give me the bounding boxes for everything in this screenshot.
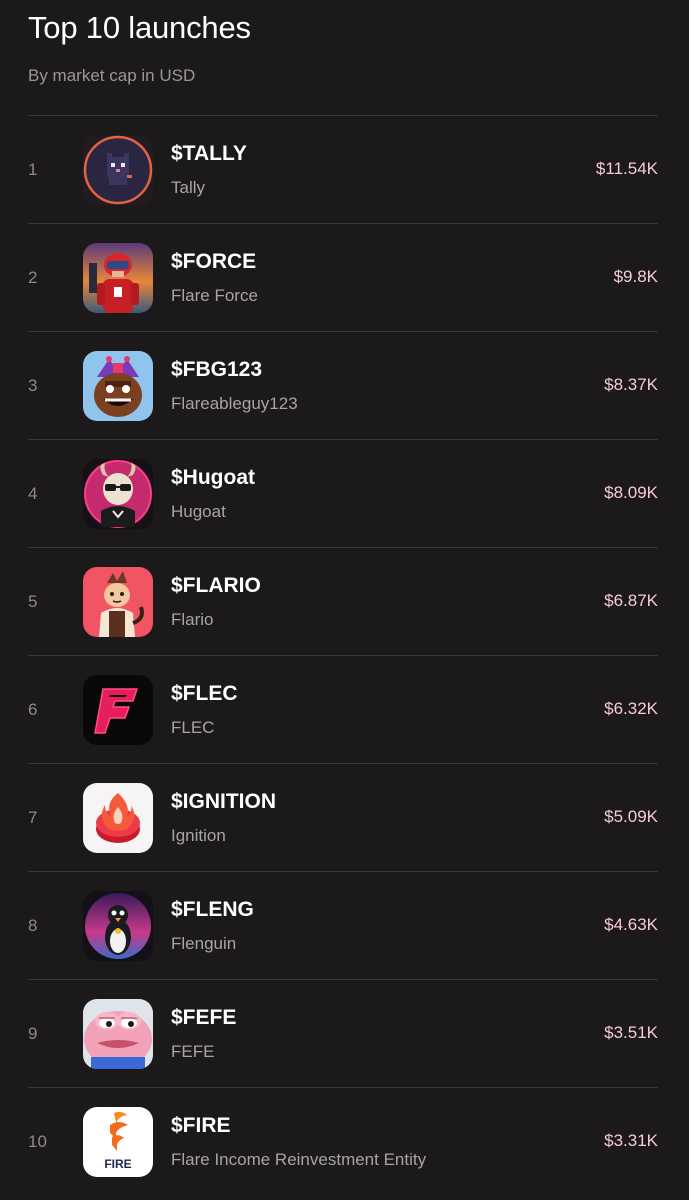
fire-logo-text: FIRE — [104, 1157, 131, 1171]
jester-creature-logo-icon — [83, 351, 153, 421]
rank-number: 4 — [28, 484, 38, 503]
market-cap-value: $6.32K — [604, 699, 658, 718]
token-name: Flareableguy123 — [171, 394, 298, 413]
rank-number: 6 — [28, 700, 38, 719]
token-name: Flario — [171, 610, 214, 629]
rank-number: 8 — [28, 916, 38, 935]
token-ticker: $IGNITION — [171, 790, 277, 813]
cartoon-character-logo-icon — [83, 567, 153, 637]
launch-row[interactable]: 10 FIRE $FIRE Flare Income Reinvestment … — [28, 1088, 658, 1195]
rank-number: 9 — [28, 1024, 38, 1043]
market-cap-value: $3.31K — [604, 1131, 658, 1150]
market-cap-value: $6.87K — [604, 591, 658, 610]
rank-number: 5 — [28, 592, 38, 611]
flare-force-soldier-logo-icon — [83, 243, 153, 313]
penguin-logo-icon — [83, 891, 153, 961]
launch-row[interactable]: 3 $FBG123 Flareableguy123 $8.37K — [28, 332, 658, 440]
market-cap-value: $11.54K — [595, 159, 658, 178]
launch-row[interactable]: 5 $FLARIO Flario $6.87K — [28, 548, 658, 656]
market-cap-value: $3.51K — [604, 1023, 658, 1042]
page-title: Top 10 launches — [28, 10, 251, 45]
rank-number: 1 — [28, 160, 38, 179]
launches-list: 1 $TALLY Tally $11.54K 2 $FORCE Flare Fo… — [28, 115, 658, 1195]
token-ticker: $Hugoat — [171, 466, 255, 489]
goat-with-glasses-logo-icon — [83, 459, 153, 529]
token-ticker: $FEFE — [171, 1006, 237, 1029]
token-name: Flenguin — [171, 934, 237, 953]
token-ticker: $FLEC — [171, 682, 238, 705]
market-cap-value: $9.8K — [613, 267, 658, 286]
token-name: Ignition — [171, 826, 226, 845]
tally-cat-logo-icon — [83, 135, 153, 205]
market-cap-value: $4.63K — [604, 915, 658, 934]
launch-row[interactable]: 9 $FEFE FEFE $3.51K — [28, 980, 658, 1088]
launch-row[interactable]: 4 $Hugoat Hugoat $8.09K — [28, 440, 658, 548]
rank-number: 2 — [28, 268, 38, 287]
market-cap-value: $8.37K — [604, 375, 658, 394]
neon-f-logo-icon — [83, 675, 153, 745]
fire-logo-icon: FIRE — [83, 1107, 153, 1177]
pink-frog-logo-icon — [83, 999, 153, 1069]
token-name: Flare Income Reinvestment Entity — [171, 1150, 427, 1169]
rank-number: 3 — [28, 376, 38, 395]
token-name: Hugoat — [171, 502, 226, 521]
page-subtitle: By market cap in USD — [28, 66, 196, 85]
launch-row[interactable]: 2 $FORCE Flare Force $9.8K — [28, 224, 658, 332]
token-ticker: $FORCE — [171, 250, 257, 273]
launch-row[interactable]: 7 $IGNITION Ignition $5.09K — [28, 764, 658, 872]
rank-number: 7 — [28, 808, 38, 827]
rank-number: 10 — [28, 1132, 47, 1151]
token-ticker: $FLENG — [171, 898, 254, 921]
token-name: Tally — [171, 178, 206, 197]
market-cap-value: $5.09K — [604, 807, 658, 826]
launch-row[interactable]: 1 $TALLY Tally $11.54K — [28, 116, 658, 224]
flame-coin-logo-icon — [83, 783, 153, 853]
market-cap-value: $8.09K — [604, 483, 658, 502]
token-ticker: $TALLY — [171, 142, 247, 165]
token-ticker: $FBG123 — [171, 358, 263, 381]
token-ticker: $FIRE — [171, 1114, 231, 1137]
launch-row[interactable]: 6 $FLEC FLEC $6.32K — [28, 656, 658, 764]
token-name: FEFE — [171, 1042, 215, 1061]
token-ticker: $FLARIO — [171, 574, 261, 597]
launch-row[interactable]: 8 $FLENG Flenguin $4.63K — [28, 872, 658, 980]
token-name: FLEC — [171, 718, 215, 737]
token-name: Flare Force — [171, 286, 258, 305]
